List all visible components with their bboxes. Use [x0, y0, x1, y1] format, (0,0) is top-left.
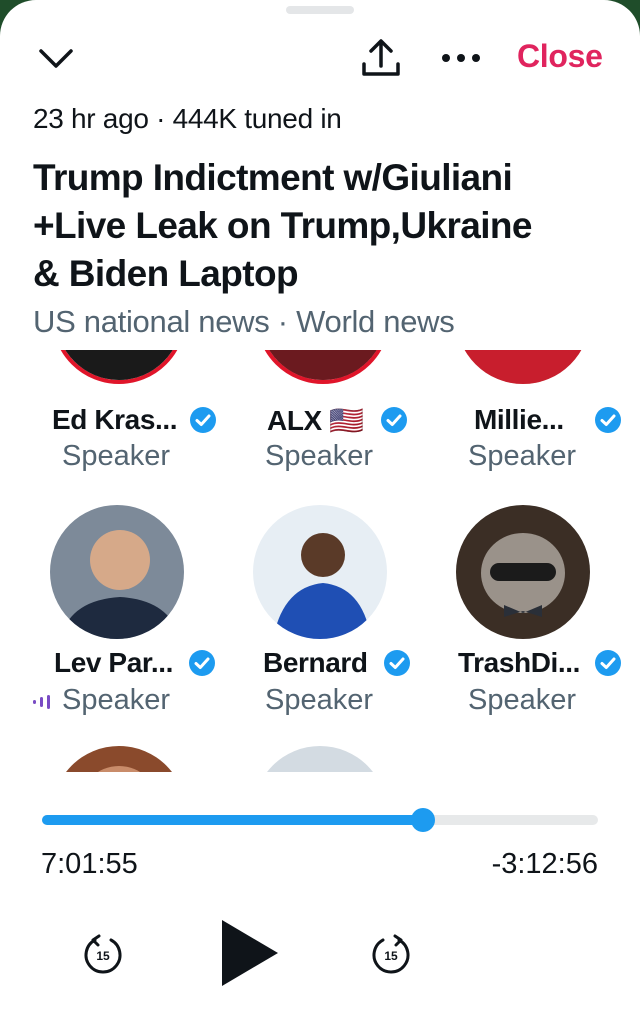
play-button[interactable] — [220, 918, 280, 988]
speaking-indicator-icon — [33, 695, 50, 709]
forward-label: 15 — [384, 949, 398, 963]
sheet-grabber[interactable] — [286, 6, 354, 14]
verified-badge-icon — [190, 407, 216, 433]
rewind-label: 15 — [96, 949, 110, 963]
verified-badge-icon — [381, 407, 407, 433]
avatar — [52, 350, 186, 384]
playback-scrubber-handle[interactable] — [410, 808, 435, 832]
speaker-cell[interactable]: TrashDi... Speaker — [420, 505, 621, 745]
space-player-sheet: Close 23 hr ago · 444K tuned in Trump In… — [0, 0, 640, 1018]
playback-progress-bar[interactable] — [42, 808, 598, 832]
avatar — [456, 505, 590, 639]
speaker-name: ALX 🇺🇸 — [267, 405, 364, 436]
more-icon[interactable] — [438, 44, 484, 72]
speaker-cell[interactable]: Lev Par... Speaker — [20, 505, 220, 745]
verified-badge-icon — [189, 650, 215, 676]
elapsed-time: 7:01:55 — [41, 848, 138, 880]
space-topics[interactable]: US national news · World news — [33, 304, 455, 340]
space-title: Trump Indictment w/Giuliani +Live Leak o… — [33, 154, 613, 298]
avatar — [456, 350, 590, 384]
chevron-down-icon[interactable] — [36, 40, 76, 76]
speaker-cell[interactable]: ALX 🇺🇸 Speaker — [220, 350, 420, 490]
speaker-role: Speaker — [62, 440, 171, 472]
share-icon[interactable] — [358, 36, 404, 80]
speaker-role: Speaker — [265, 684, 374, 716]
space-title-line: & Biden Laptop — [33, 253, 299, 294]
space-title-line: Trump Indictment w/Giuliani — [33, 157, 513, 198]
speaker-grid: Ed Kras... Speaker ALX 🇺🇸 Speaker Millie… — [0, 350, 640, 772]
speaker-name: Lev Par... — [54, 647, 173, 678]
avatar[interactable] — [52, 746, 186, 772]
speaker-cell[interactable]: Millie... Speaker — [420, 350, 621, 490]
speaker-name: TrashDi... — [458, 647, 581, 678]
speaker-name: Millie... — [474, 404, 564, 435]
avatar — [50, 505, 184, 639]
speaker-name: Ed Kras... — [52, 404, 178, 435]
speaker-role: Speaker — [265, 440, 374, 472]
verified-badge-icon — [595, 407, 621, 433]
space-meta: 23 hr ago · 444K tuned in — [33, 103, 342, 134]
avatar[interactable] — [253, 746, 387, 772]
remaining-time: -3:12:56 — [491, 848, 598, 880]
avatar — [256, 350, 390, 384]
close-button[interactable]: Close — [517, 38, 603, 75]
verified-badge-icon — [595, 650, 621, 676]
playback-progress-fill — [42, 815, 423, 825]
verified-badge-icon — [384, 650, 410, 676]
speaker-cell[interactable]: Ed Kras... Speaker — [20, 350, 220, 490]
avatar — [253, 505, 387, 639]
speaker-cell[interactable]: Bernard Speaker — [220, 505, 420, 745]
forward-15-icon[interactable]: 15 — [369, 932, 413, 976]
speaker-role: Speaker — [468, 440, 577, 472]
space-title-line: +Live Leak on Trump,Ukraine — [33, 205, 533, 246]
rewind-15-icon[interactable]: 15 — [81, 932, 125, 976]
speaker-role: Speaker — [468, 684, 577, 716]
speaker-name: Bernard — [263, 647, 368, 678]
speaker-role: Speaker — [62, 684, 171, 716]
